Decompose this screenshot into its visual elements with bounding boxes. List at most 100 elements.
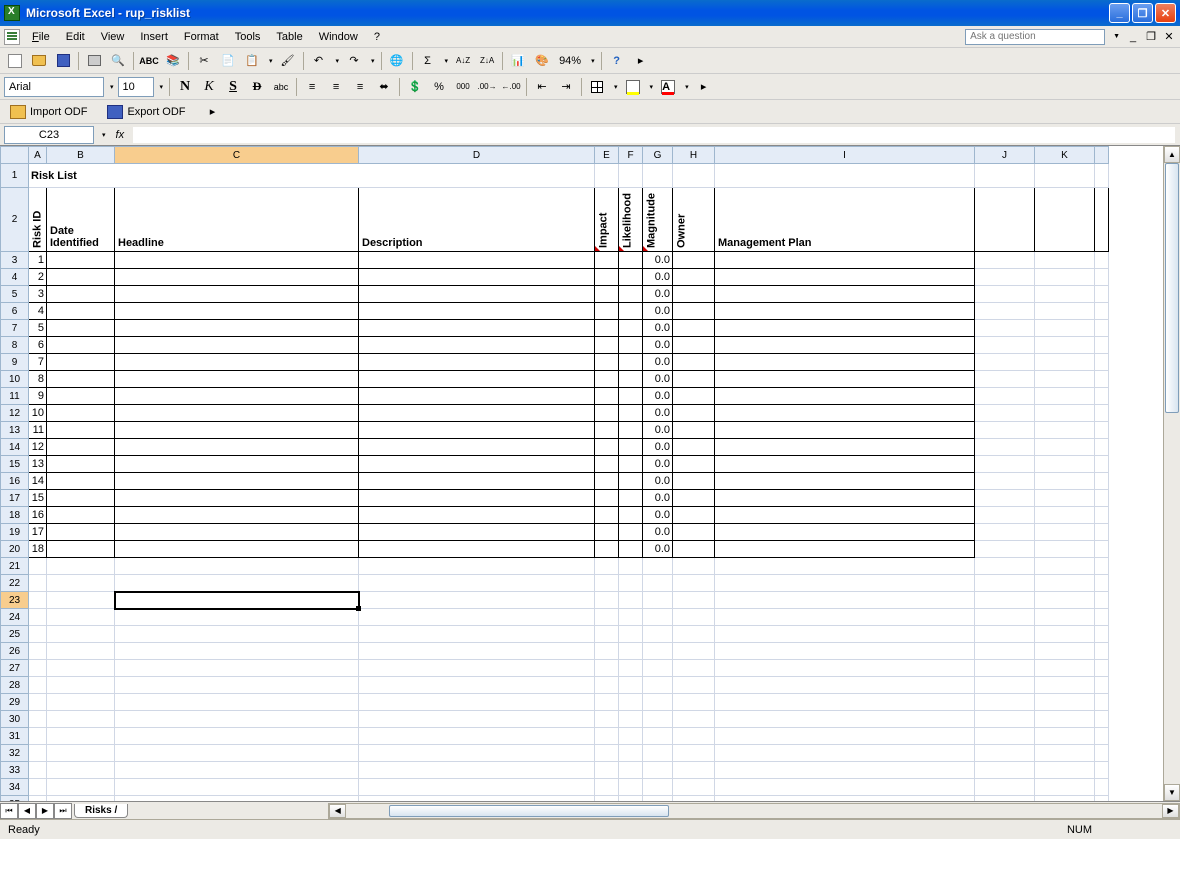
cell-row34-col4[interactable]	[595, 779, 619, 796]
cell-E13[interactable]	[595, 422, 619, 439]
cell-E6[interactable]	[595, 303, 619, 320]
cell-I10[interactable]	[715, 371, 975, 388]
cell-C10[interactable]	[115, 371, 359, 388]
cell-B18[interactable]	[47, 507, 115, 524]
cell-G19[interactable]: 0.0	[643, 524, 673, 541]
spellcheck-button[interactable]: ABC	[138, 50, 160, 72]
col-header-I[interactable]: I	[715, 147, 975, 164]
row-header-21[interactable]: 21	[1, 558, 29, 575]
cell-D10[interactable]	[359, 371, 595, 388]
cell-row24-col8[interactable]	[715, 609, 975, 626]
cell-row26-col8[interactable]	[715, 643, 975, 660]
cell-I19[interactable]	[715, 524, 975, 541]
autosum-dropdown-icon[interactable]: ▾	[443, 55, 451, 67]
row-header-28[interactable]: 28	[1, 677, 29, 694]
cell-row25-col0[interactable]	[29, 626, 47, 643]
cell-row34-col5[interactable]	[619, 779, 643, 796]
menu-file[interactable]: File	[24, 29, 58, 45]
save-button[interactable]	[52, 50, 74, 72]
cell-row24-col10[interactable]	[1035, 609, 1095, 626]
cell-row29-col5[interactable]	[619, 694, 643, 711]
select-all-cell[interactable]	[1, 147, 29, 164]
cell-A6[interactable]: 4	[29, 303, 47, 320]
row-header-15[interactable]: 15	[1, 456, 29, 473]
size-dropdown-icon[interactable]: ▾	[158, 81, 166, 93]
cell-A8[interactable]: 6	[29, 337, 47, 354]
toolbar-options-button[interactable]: ▸	[630, 50, 652, 72]
cell-row28-col1[interactable]	[47, 677, 115, 694]
cell-row27-col11[interactable]	[1095, 660, 1109, 677]
cell-row31-col10[interactable]	[1035, 728, 1095, 745]
namebox-dropdown-icon[interactable]: ▾	[100, 129, 108, 141]
cell-D13[interactable]	[359, 422, 595, 439]
cell-row21-col11[interactable]	[1095, 558, 1109, 575]
borders-dropdown-icon[interactable]: ▾	[612, 81, 620, 93]
cell-row27-col10[interactable]	[1035, 660, 1095, 677]
font-dropdown-icon[interactable]: ▾	[108, 81, 116, 93]
toolbar-options-button[interactable]: ▸	[202, 101, 224, 123]
cell-row33-col11[interactable]	[1095, 762, 1109, 779]
chart-button[interactable]: 📊	[507, 50, 529, 72]
col-header-G[interactable]: G	[643, 147, 673, 164]
cell-row22-col11[interactable]	[1095, 575, 1109, 592]
cell-B13[interactable]	[47, 422, 115, 439]
cell-H6[interactable]	[673, 303, 715, 320]
currency-button[interactable]: 💲	[404, 76, 426, 98]
row-header-11[interactable]: 11	[1, 388, 29, 405]
cell-C9[interactable]	[115, 354, 359, 371]
cell-C3[interactable]	[115, 252, 359, 269]
cell-row31-col11[interactable]	[1095, 728, 1109, 745]
cell-row34-col7[interactable]	[673, 779, 715, 796]
cell-row32-col10[interactable]	[1035, 745, 1095, 762]
cell-row35-col8[interactable]	[715, 796, 975, 802]
cell-row23-col4[interactable]	[595, 592, 619, 609]
cell-row29-col7[interactable]	[673, 694, 715, 711]
menu-window[interactable]: Window	[311, 29, 366, 45]
cell-row26-col7[interactable]	[673, 643, 715, 660]
cell-G13[interactable]: 0.0	[643, 422, 673, 439]
cell-row29-col1[interactable]	[47, 694, 115, 711]
cell-E4[interactable]	[595, 269, 619, 286]
cell-row21-col3[interactable]	[359, 558, 595, 575]
cell-row27-col4[interactable]	[595, 660, 619, 677]
cell-row28-col7[interactable]	[673, 677, 715, 694]
row-header-17[interactable]: 17	[1, 490, 29, 507]
cell-row29-col3[interactable]	[359, 694, 595, 711]
cell-F13[interactable]	[619, 422, 643, 439]
cell-row35-col7[interactable]	[673, 796, 715, 802]
cell-row25-col7[interactable]	[673, 626, 715, 643]
cell-row32-col0[interactable]	[29, 745, 47, 762]
row-header-9[interactable]: 9	[1, 354, 29, 371]
cell-row31-col6[interactable]	[643, 728, 673, 745]
cell-row27-col3[interactable]	[359, 660, 595, 677]
cell-row28-col6[interactable]	[643, 677, 673, 694]
align-left-button[interactable]: ≡	[301, 76, 323, 98]
cell-row24-col9[interactable]	[975, 609, 1035, 626]
cell-row34-col10[interactable]	[1035, 779, 1095, 796]
cell-row25-col1[interactable]	[47, 626, 115, 643]
cell-C6[interactable]	[115, 303, 359, 320]
row-header-32[interactable]: 32	[1, 745, 29, 762]
cell-row35-col5[interactable]	[619, 796, 643, 802]
font-size-box[interactable]: 10	[118, 77, 154, 97]
cell-G9[interactable]: 0.0	[643, 354, 673, 371]
cell-row34-col6[interactable]	[643, 779, 673, 796]
fontcolor-dropdown-icon[interactable]: ▾	[683, 81, 691, 93]
cell-row30-col6[interactable]	[643, 711, 673, 728]
cell-row35-col3[interactable]	[359, 796, 595, 802]
cell-row21-col4[interactable]	[595, 558, 619, 575]
cell-A16[interactable]: 14	[29, 473, 47, 490]
print-preview-button[interactable]: 🔍	[107, 50, 129, 72]
print-button[interactable]	[83, 50, 105, 72]
cell-B14[interactable]	[47, 439, 115, 456]
cell-row31-col1[interactable]	[47, 728, 115, 745]
row-header-34[interactable]: 34	[1, 779, 29, 796]
cell-row33-col2[interactable]	[115, 762, 359, 779]
row-header-31[interactable]: 31	[1, 728, 29, 745]
cell-B9[interactable]	[47, 354, 115, 371]
cell-H20[interactable]	[673, 541, 715, 558]
paste-dropdown-icon[interactable]: ▾	[267, 55, 275, 67]
cell-H5[interactable]	[673, 286, 715, 303]
ask-dropdown-icon[interactable]: ▼	[1111, 31, 1122, 42]
cell-C14[interactable]	[115, 439, 359, 456]
